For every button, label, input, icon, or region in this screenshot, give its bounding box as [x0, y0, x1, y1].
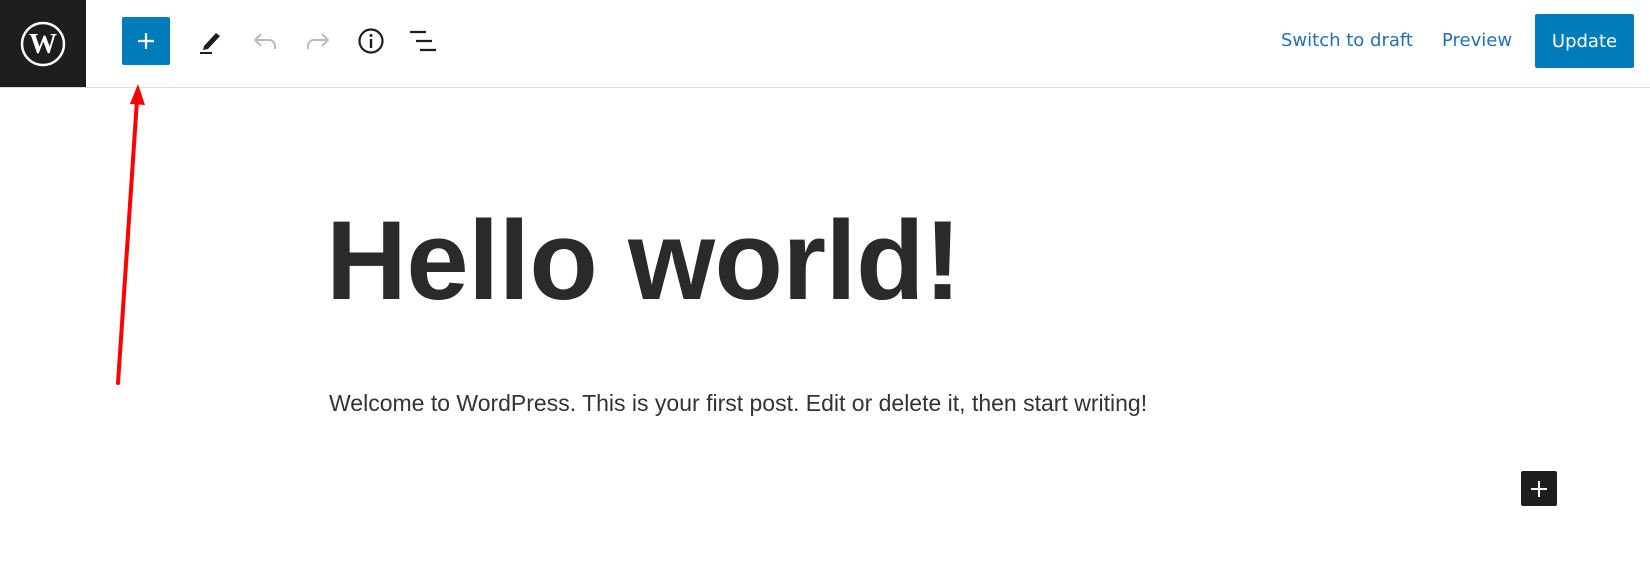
update-button[interactable]: Update	[1535, 14, 1634, 68]
wordpress-logo-button[interactable]: W	[0, 0, 86, 87]
plus-icon	[1531, 480, 1547, 497]
preview-button[interactable]: Preview	[1442, 30, 1512, 51]
redo-button[interactable]	[298, 17, 338, 65]
switch-to-draft-button[interactable]: Switch to draft	[1281, 30, 1413, 51]
post-title[interactable]: Hello world!	[326, 196, 961, 325]
editor-header: W Switch to draft Preview Update	[0, 0, 1650, 88]
undo-button[interactable]	[245, 17, 285, 65]
wordpress-logo-icon: W	[20, 21, 66, 66]
add-block-button[interactable]	[1521, 471, 1557, 506]
redo-icon	[307, 33, 330, 49]
info-icon	[358, 28, 384, 54]
plus-icon	[138, 33, 154, 49]
tools-button[interactable]	[190, 17, 230, 65]
block-inserter-button[interactable]	[122, 17, 170, 65]
paragraph-block[interactable]: Welcome to WordPress. This is your first…	[329, 390, 1147, 417]
svg-text:W: W	[29, 29, 57, 60]
list-view-icon	[410, 30, 436, 52]
details-button[interactable]	[351, 17, 391, 65]
pencil-icon	[200, 33, 220, 54]
undo-icon	[253, 33, 276, 49]
list-view-button[interactable]	[404, 17, 444, 65]
